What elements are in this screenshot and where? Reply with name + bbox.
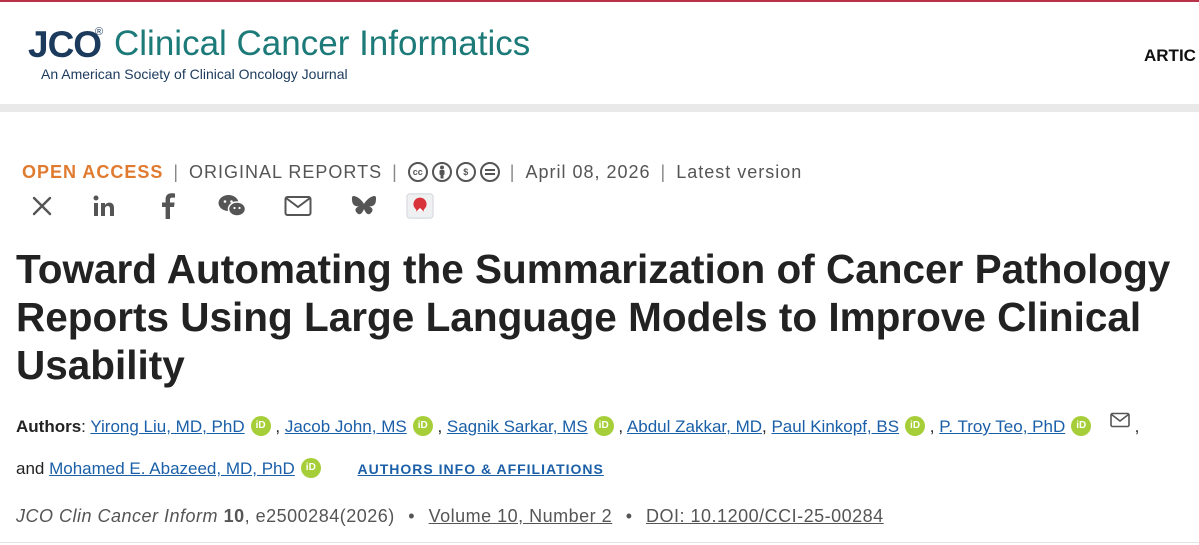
author-link[interactable]: Sagnik Sarkar, MS [447,417,588,436]
x-icon[interactable] [28,191,56,221]
orcid-icon[interactable]: iD [905,416,926,436]
nc-icon: $ [455,162,476,182]
logo-subtitle: An American Society of Clinical Oncology… [41,66,348,82]
author-link[interactable]: Abdul Zakkar, MD [627,417,762,436]
wechat-icon[interactable] [218,191,246,221]
nav-articles-link[interactable]: ARTIC [1144,46,1196,66]
citation-bullet: • [625,506,633,526]
logo-registered-mark: ® [95,26,104,38]
author-link[interactable]: Paul Kinkopf, BS [771,417,899,436]
by-icon [431,162,452,182]
citation-bullet: • [408,506,416,526]
header-divider [0,104,1199,112]
author-link[interactable]: P. Troy Teo, PhD [939,417,1065,436]
orcid-icon[interactable]: iD [412,416,433,436]
issue-link[interactable]: Volume 10, Number 2 [429,506,613,526]
cc-icon: cc [407,162,428,182]
orcid-icon[interactable]: iD [250,416,271,436]
doi-link[interactable]: DOI: 10.1200/CCI-25-00284 [646,506,884,526]
bluesky-icon[interactable] [350,191,378,221]
email-icon[interactable] [284,191,312,221]
open-access-label: OPEN ACCESS [22,161,164,182]
facebook-icon[interactable] [154,191,182,221]
author-link[interactable]: Mohamed E. Abazeed, MD, PhD [49,459,295,478]
journal-abbrev: JCO Clin Cancer Inform [16,506,219,526]
authors-info-affiliations-link[interactable]: AUTHORS INFO & AFFILIATIONS [358,461,604,477]
orcid-icon[interactable]: iD [300,458,321,478]
author-list: Authors: Yirong Liu, MD, PhD iD , Jacob J… [16,412,1196,480]
meta-separator: | [660,161,667,182]
orcid-icon[interactable]: iD [593,416,614,436]
author-line-2: and Mohamed E. Abazeed, MD, PhD iD AUTHOR… [16,458,1196,480]
meta-separator: | [173,161,180,182]
license-icons[interactable]: cc $ [407,162,500,182]
meta-separator: | [509,161,516,182]
author-link[interactable]: Jacob John, MS [285,417,407,436]
mendeley-icon[interactable] [406,191,434,221]
orcid-icon[interactable]: iD [1071,416,1092,436]
version-label: Latest version [676,161,803,182]
author-line-1: Authors: Yirong Liu, MD, PhD iD , Jacob J… [16,412,1196,438]
linkedin-icon[interactable] [90,191,118,221]
email-icon[interactable] [1110,412,1130,434]
article-title: Toward Automating the Summarization of C… [16,246,1171,388]
logo-journal-name: Clinical Cancer Informatics [114,24,531,63]
citation-volume: 10 [223,506,245,526]
article-meta-bar: OPEN ACCESS | ORIGINAL REPORTS | cc $ | … [22,159,802,185]
author-link[interactable]: Yirong Liu, MD, PhD [90,417,244,436]
logo-jco: JCO [28,24,102,65]
citation-line: JCO Clin Cancer Inform 10, e2500284(2026… [16,506,884,526]
nd-icon [479,162,500,182]
section-divider [0,542,1199,543]
and-word: and [16,459,45,478]
publication-date: April 08, 2026 [525,161,651,182]
citation-article-id: e2500284(2026) [255,506,395,526]
site-header: JCO ® Clinical Cancer Informatics An Ame… [0,2,1199,106]
authors-label: Authors [16,417,82,436]
meta-separator: | [392,161,398,182]
section-label: ORIGINAL REPORTS [189,161,383,182]
